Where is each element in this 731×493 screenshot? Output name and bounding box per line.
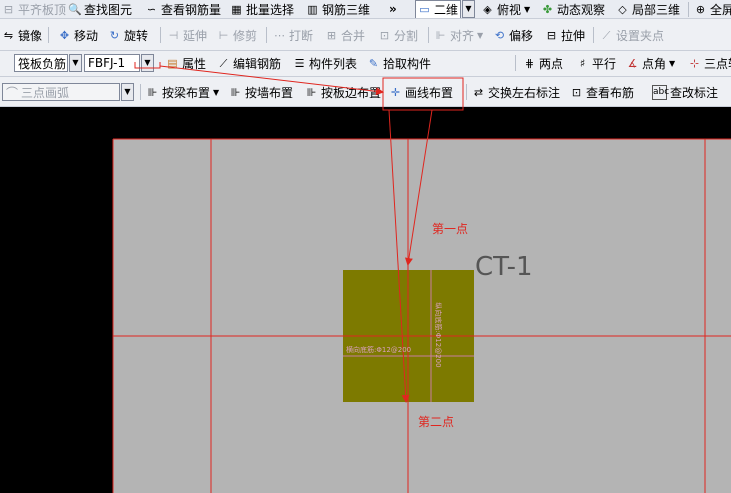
rebar-text-horizontal: 横向底筋:Φ12@200	[346, 346, 412, 354]
canvas-overlay	[112, 62, 731, 493]
highlight-box	[382, 77, 464, 111]
component-label: CT-1	[475, 252, 533, 282]
rebar-text-vertical: 纵向底筋:Φ12@200	[434, 302, 442, 368]
first-point-label: 第一点	[432, 222, 469, 236]
callout-arrow-to-button	[159, 65, 384, 96]
arrow-first-point	[404, 109, 433, 266]
second-point-label: 第二点	[418, 415, 455, 429]
